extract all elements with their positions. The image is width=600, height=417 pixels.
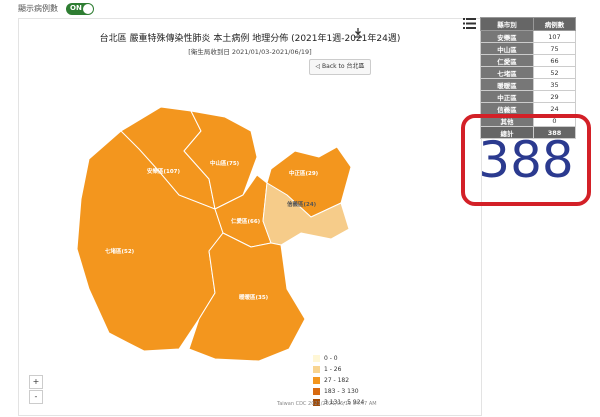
case-count: 75 [533, 42, 576, 55]
legend-swatch [313, 365, 320, 373]
table-row: 中山區 75 [480, 42, 576, 55]
district-name: 安樂區 [480, 30, 534, 43]
column-header-cases: 病例數 [533, 17, 576, 31]
label-xinyi: 信義區(24) [287, 200, 317, 208]
table-row: 信義區 24 [480, 102, 576, 115]
case-count: 66 [533, 54, 576, 67]
toggle-knob [83, 4, 93, 14]
map-panel: 台北區 嚴重特殊傳染性肺炎 本土病例 地理分佈 (2021年1週-2021年24… [18, 18, 482, 416]
legend-item: 0 - 0 [313, 353, 364, 363]
zoom-out-button[interactable]: - [29, 390, 43, 404]
district-name: 中山區 [480, 42, 534, 55]
toggle-state-text: ON [70, 4, 82, 12]
case-count: 52 [533, 66, 576, 79]
case-count: 107 [533, 30, 576, 43]
label-qidu: 七堵區(52) [105, 247, 135, 255]
legend-label: 183 - 3 130 [324, 387, 359, 395]
total-cases-big-number: 388 [478, 131, 574, 189]
district-map: 七堵區(52) 安樂區(107) 中山區(75) 仁愛區(66) 中正區(29)… [76, 106, 352, 362]
legend-item: 183 - 3 130 [313, 386, 364, 396]
menu-icon[interactable] [463, 18, 476, 29]
legend-label: 0 - 0 [324, 354, 338, 362]
table-row: 七堵區 52 [480, 66, 576, 79]
case-count: 29 [533, 90, 576, 103]
zoom-in-button[interactable]: + [29, 375, 43, 389]
legend-item: 1 - 26 [313, 364, 364, 374]
label-zhongzheng: 中正區(29) [289, 169, 319, 177]
district-name: 信義區 [480, 102, 534, 115]
legend-swatch [313, 376, 320, 384]
legend-swatch [313, 387, 320, 395]
legend-swatch [313, 354, 320, 362]
label-nuannuan: 暖暖區(35) [239, 293, 269, 301]
column-header-district: 縣市別 [480, 17, 534, 31]
table-row: 安樂區 107 [480, 30, 576, 43]
table-header-row: 縣市別 病例數 [480, 17, 576, 31]
district-name: 仁愛區 [480, 54, 534, 67]
label-anle: 安樂區(107) [147, 167, 180, 175]
case-count: 24 [533, 102, 576, 115]
district-name: 七堵區 [480, 66, 534, 79]
label-renai: 仁愛區(66) [231, 217, 261, 225]
district-name: 暖暖區 [480, 78, 534, 91]
table-row: 暖暖區 35 [480, 78, 576, 91]
legend-label: 27 - 182 [324, 376, 350, 384]
case-count: 35 [533, 78, 576, 91]
map-legend: 0 - 0 1 - 26 27 - 182 183 - 3 130 3 131 … [313, 353, 364, 408]
table-row: 仁愛區 66 [480, 54, 576, 67]
legend-item: 27 - 182 [313, 375, 364, 385]
show-cases-label: 顯示病例數 [18, 4, 58, 13]
show-cases-toggle[interactable]: ON [66, 3, 94, 15]
top-bar: 顯示病例數 ON [0, 0, 600, 18]
district-name: 中正區 [480, 90, 534, 103]
legend-label: 1 - 26 [324, 365, 342, 373]
table-row: 中正區 29 [480, 90, 576, 103]
map-credits: Taiwan CDC 2021/2021/06/19 04:47 AM [277, 401, 377, 407]
label-zhongshan: 中山區(75) [210, 159, 240, 167]
